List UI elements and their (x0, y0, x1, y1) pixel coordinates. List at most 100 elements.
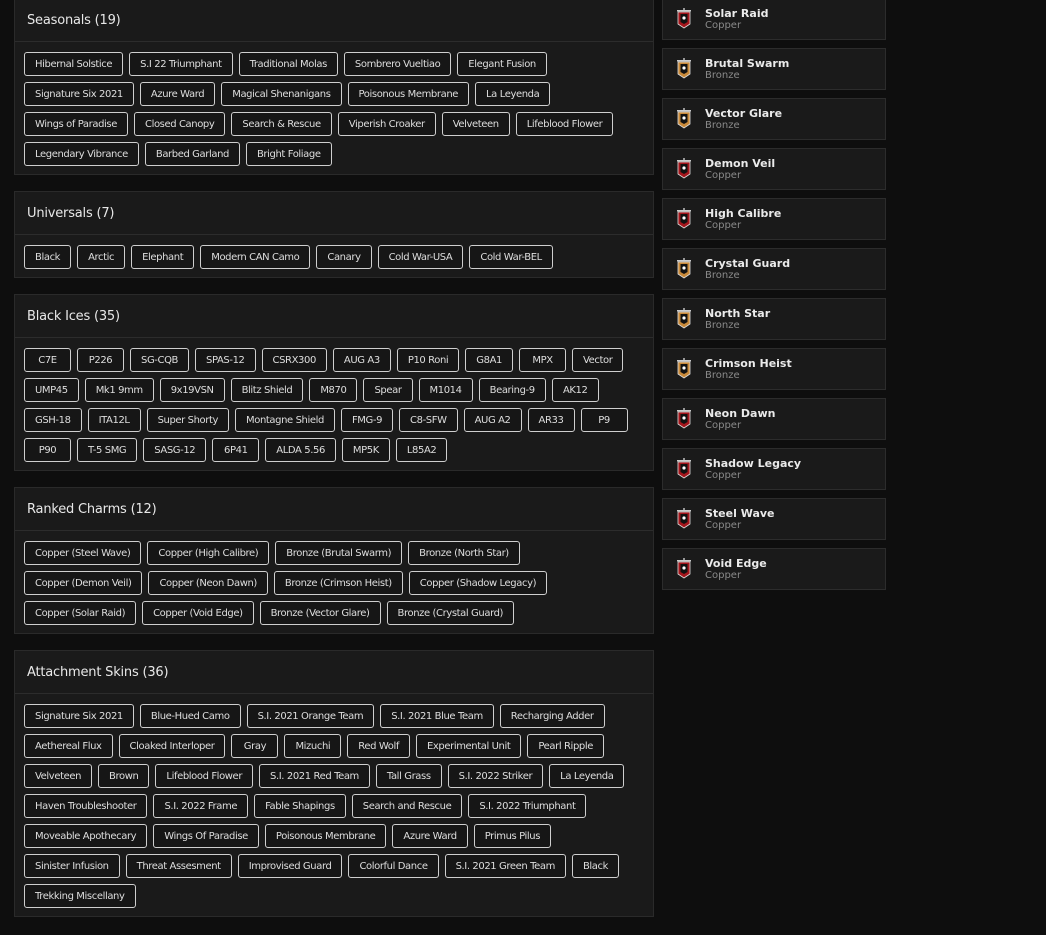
tag-button[interactable]: Search and Rescue (351, 794, 463, 818)
tag-button[interactable]: Sinister Infusion (24, 854, 120, 878)
tag-button[interactable]: Wings Of Paradise (153, 824, 259, 848)
tag-button[interactable]: Signature Six 2021 (24, 704, 134, 728)
tag-button[interactable]: P9 (580, 408, 628, 432)
tag-button[interactable]: Magical Shenanigans (221, 82, 342, 106)
tag-button[interactable]: Pearl Ripple (527, 734, 604, 758)
tag-button[interactable]: Bronze (Vector Glare) (259, 601, 381, 625)
charm-card[interactable]: Void Edge Copper (662, 548, 886, 590)
tag-button[interactable]: Mizuchi (284, 734, 342, 758)
tag-button[interactable]: S.I. 2021 Red Team (259, 764, 370, 788)
tag-button[interactable]: Canary (316, 245, 372, 269)
tag-button[interactable]: Wings of Paradise (24, 112, 128, 136)
tag-button[interactable]: La Leyenda (549, 764, 625, 788)
tag-button[interactable]: Arctic (77, 245, 126, 269)
tag-button[interactable]: P226 (77, 348, 124, 372)
tag-button[interactable]: Bronze (North Star) (408, 541, 520, 565)
tag-button[interactable]: FMG-9 (340, 408, 394, 432)
tag-button[interactable]: Velveteen (24, 764, 93, 788)
charm-card[interactable]: Vector Glare Bronze (662, 98, 886, 140)
tag-button[interactable]: C7E (24, 348, 71, 372)
tag-button[interactable]: ITA12L (87, 408, 141, 432)
charm-card[interactable]: Solar Raid Copper (662, 0, 886, 40)
tag-button[interactable]: Bearing-9 (478, 378, 546, 402)
tag-button[interactable]: Signature Six 2021 (24, 82, 134, 106)
tag-button[interactable]: MPX (519, 348, 567, 372)
tag-button[interactable]: Trekking Miscellany (24, 884, 136, 908)
tag-button[interactable]: L85A2 (395, 438, 448, 462)
tag-button[interactable]: SASG-12 (143, 438, 207, 462)
tag-button[interactable]: Copper (Neon Dawn) (148, 571, 268, 595)
tag-button[interactable]: AUG A3 (332, 348, 391, 372)
tag-button[interactable]: C8-SFW (399, 408, 458, 432)
tag-button[interactable]: M1014 (418, 378, 473, 402)
tag-button[interactable]: Spear (363, 378, 413, 402)
tag-button[interactable]: M870 (309, 378, 358, 402)
tag-button[interactable]: Bronze (Brutal Swarm) (275, 541, 403, 565)
tag-button[interactable]: Search & Rescue (231, 112, 332, 136)
tag-button[interactable]: Moveable Apothecary (24, 824, 148, 848)
tag-button[interactable]: Traditional Molas (238, 52, 338, 76)
tag-button[interactable]: Recharging Adder (499, 704, 605, 728)
tag-button[interactable]: S.I 22 Triumphant (129, 52, 233, 76)
tag-button[interactable]: Red Wolf (347, 734, 410, 758)
tag-button[interactable]: Bronze (Crimson Heist) (273, 571, 403, 595)
charm-card[interactable]: Crystal Guard Bronze (662, 248, 886, 290)
tag-button[interactable]: Gray (231, 734, 279, 758)
tag-button[interactable]: Primus Pilus (473, 824, 552, 848)
tag-button[interactable]: Tall Grass (375, 764, 442, 788)
tag-button[interactable]: Velveteen (441, 112, 510, 136)
charm-card[interactable]: High Calibre Copper (662, 198, 886, 240)
tag-button[interactable]: Copper (High Calibre) (147, 541, 270, 565)
charm-card[interactable]: Neon Dawn Copper (662, 398, 886, 440)
tag-button[interactable]: Copper (Solar Raid) (24, 601, 137, 625)
tag-button[interactable]: Experimental Unit (415, 734, 522, 758)
charm-card[interactable]: Brutal Swarm Bronze (662, 48, 886, 90)
tag-button[interactable]: Cloaked Interloper (118, 734, 226, 758)
tag-button[interactable]: Copper (Void Edge) (142, 601, 254, 625)
tag-button[interactable]: Blitz Shield (230, 378, 304, 402)
tag-button[interactable]: Lifeblood Flower (515, 112, 614, 136)
tag-button[interactable]: MP5K (341, 438, 390, 462)
charm-card[interactable]: Demon Veil Copper (662, 148, 886, 190)
tag-button[interactable]: AR33 (527, 408, 575, 432)
tag-button[interactable]: Copper (Shadow Legacy) (408, 571, 548, 595)
tag-button[interactable]: Azure Ward (139, 82, 216, 106)
tag-button[interactable]: Closed Canopy (133, 112, 226, 136)
charm-card[interactable]: Shadow Legacy Copper (662, 448, 886, 490)
tag-button[interactable]: GSH-18 (24, 408, 82, 432)
tag-button[interactable]: Modern CAN Camo (200, 245, 311, 269)
tag-button[interactable]: AUG A2 (463, 408, 522, 432)
tag-button[interactable]: T-5 SMG (77, 438, 138, 462)
tag-button[interactable]: Poisonous Membrane (347, 82, 470, 106)
tag-button[interactable]: S.I. 2021 Blue Team (380, 704, 494, 728)
tag-button[interactable]: 6P41 (212, 438, 260, 462)
tag-button[interactable]: La Leyenda (475, 82, 551, 106)
tag-button[interactable]: Blue-Hued Camo (139, 704, 241, 728)
tag-button[interactable]: Copper (Steel Wave) (24, 541, 142, 565)
tag-button[interactable]: Aethereal Flux (24, 734, 113, 758)
tag-button[interactable]: Lifeblood Flower (155, 764, 254, 788)
tag-button[interactable]: Brown (98, 764, 150, 788)
tag-button[interactable]: G8A1 (465, 348, 514, 372)
tag-button[interactable]: Poisonous Membrane (264, 824, 387, 848)
tag-button[interactable]: Viperish Croaker (337, 112, 436, 136)
tag-button[interactable]: 9x19VSN (159, 378, 225, 402)
tag-button[interactable]: Cold War-BEL (469, 245, 553, 269)
tag-button[interactable]: Haven Troubleshooter (24, 794, 148, 818)
tag-button[interactable]: S.I. 2022 Frame (153, 794, 249, 818)
tag-button[interactable]: S.I. 2022 Striker (447, 764, 544, 788)
tag-button[interactable]: Barbed Garland (144, 142, 240, 166)
tag-button[interactable]: Mk1 9mm (84, 378, 154, 402)
tag-button[interactable]: P10 Roni (396, 348, 460, 372)
tag-button[interactable]: SG-CQB (130, 348, 190, 372)
tag-button[interactable]: Sombrero Vueltiao (343, 52, 452, 76)
tag-button[interactable]: Colorful Dance (348, 854, 439, 878)
tag-button[interactable]: Cold War-USA (377, 245, 464, 269)
tag-button[interactable]: Threat Assesment (125, 854, 232, 878)
tag-button[interactable]: Hibernal Solstice (24, 52, 124, 76)
tag-button[interactable]: ALDA 5.56 (265, 438, 336, 462)
tag-button[interactable]: UMP45 (24, 378, 79, 402)
tag-button[interactable]: Copper (Demon Veil) (24, 571, 143, 595)
charm-card[interactable]: Crimson Heist Bronze (662, 348, 886, 390)
tag-button[interactable]: S.I. 2021 Orange Team (246, 704, 375, 728)
